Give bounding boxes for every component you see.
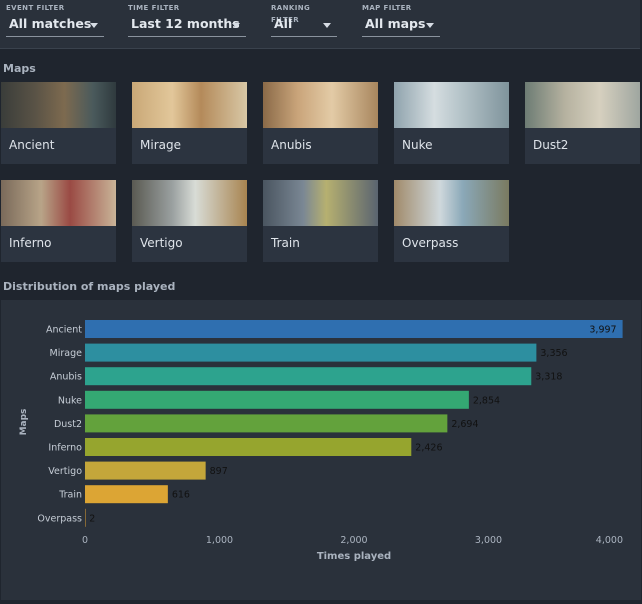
time-filter-label: TIME FILTER: [128, 4, 180, 12]
chevron-down-icon: [323, 23, 331, 28]
chevron-down-icon: [232, 23, 240, 28]
distribution-chart: Ancient Mirage Anubis Nuke Dust2 Inferno Verti…: [19, 320, 623, 562]
category-label: Overpass: [37, 513, 82, 524]
map-filter-select[interactable]: All maps: [362, 14, 440, 37]
map-card-ancient[interactable]: Ancient: [1, 82, 116, 164]
map-filter-label: MAP FILTER: [362, 4, 412, 12]
map-name: Train: [271, 236, 300, 250]
category-label: Ancient: [46, 325, 82, 336]
bar-overpass[interactable]: [85, 508, 86, 527]
category-label: Anubis: [50, 372, 82, 383]
value-label: 897: [210, 466, 228, 477]
value-label: 3,318: [535, 372, 562, 383]
distribution-section-title: Distribution of maps played: [3, 280, 176, 293]
map-thumbnail: [394, 82, 509, 128]
value-label: 2,694: [451, 419, 478, 430]
chart-category-labels: Ancient Mirage Anubis Nuke Dust2 Inferno Verti…: [37, 325, 82, 525]
y-axis-title: Maps: [19, 409, 29, 436]
map-name: Dust2: [533, 138, 569, 152]
ranking-filter-value: All: [274, 16, 293, 31]
bar-vertigo[interactable]: [85, 461, 206, 480]
time-filter-select[interactable]: Last 12 months: [128, 14, 246, 37]
distribution-chart-panel: Ancient Mirage Anubis Nuke Dust2 Inferno Verti…: [1, 300, 641, 600]
map-card-anubis[interactable]: Anubis: [263, 82, 378, 164]
map-thumbnail: [1, 82, 116, 128]
x-axis-title: Times played: [317, 551, 391, 562]
map-card-mirage[interactable]: Mirage: [132, 82, 247, 164]
value-label: 2,854: [473, 395, 500, 406]
map-filter-value: All maps: [365, 16, 426, 31]
map-name: Inferno: [9, 236, 52, 250]
bar-train[interactable]: [85, 485, 168, 504]
x-tick-label: 2,000: [340, 535, 367, 546]
value-label: 2,426: [415, 443, 442, 454]
map-filter[interactable]: MAP FILTER All maps: [362, 2, 440, 37]
bar-nuke[interactable]: [85, 390, 469, 409]
category-label: Inferno: [48, 443, 82, 454]
x-tick-label: 0: [82, 535, 88, 546]
map-card-nuke[interactable]: Nuke: [394, 82, 509, 164]
map-name: Nuke: [402, 138, 433, 152]
x-tick-label: 1,000: [206, 535, 233, 546]
map-thumbnail: [132, 180, 247, 226]
chart-x-ticks: 0 1,000 2,000 3,000 4,000: [82, 535, 623, 546]
value-label: 2: [89, 513, 95, 524]
maps-section-title: Maps: [3, 62, 36, 75]
value-label: 616: [172, 490, 190, 501]
event-filter-value: All matches: [9, 16, 92, 31]
map-thumbnail: [132, 82, 247, 128]
time-filter-value: Last 12 months: [131, 16, 240, 31]
map-name: Ancient: [9, 138, 55, 152]
chevron-down-icon: [426, 23, 434, 28]
map-card-train[interactable]: Train: [263, 180, 378, 262]
map-thumbnail: [394, 180, 509, 226]
ranking-filter-select[interactable]: All: [271, 14, 337, 37]
map-name: Anubis: [271, 138, 312, 152]
event-filter-label: EVENT FILTER: [6, 4, 65, 12]
bar-inferno[interactable]: [85, 438, 412, 456]
map-card-inferno[interactable]: Inferno: [1, 180, 116, 262]
map-card-dust2[interactable]: Dust2: [525, 82, 640, 164]
map-card-vertigo[interactable]: Vertigo: [132, 180, 247, 262]
bar-dust2[interactable]: [85, 414, 448, 433]
category-label: Vertigo: [48, 466, 82, 477]
category-label: Mirage: [50, 348, 83, 359]
map-name: Overpass: [402, 236, 459, 250]
time-filter[interactable]: TIME FILTER Last 12 months: [128, 2, 246, 37]
x-tick-label: 4,000: [596, 535, 623, 546]
value-label: 3,356: [540, 348, 567, 359]
x-tick-label: 3,000: [475, 535, 502, 546]
event-filter-select[interactable]: All matches: [6, 14, 104, 37]
category-label: Nuke: [58, 395, 82, 406]
bar-anubis[interactable]: [85, 367, 532, 386]
category-label: Dust2: [54, 419, 82, 430]
map-thumbnail: [1, 180, 116, 226]
category-label: Train: [58, 490, 82, 501]
ranking-filter[interactable]: RANKING FILTER All: [271, 2, 337, 37]
map-thumbnail: [263, 82, 378, 128]
event-filter[interactable]: EVENT FILTER All matches: [6, 2, 104, 37]
map-thumbnail: [263, 180, 378, 226]
map-card-overpass[interactable]: Overpass: [394, 180, 509, 262]
map-thumbnail: [525, 82, 640, 128]
filter-bar: EVENT FILTER All matches TIME FILTER Las…: [0, 0, 640, 49]
map-name: Mirage: [140, 138, 181, 152]
value-label: 3,997: [589, 325, 616, 336]
ranking-filter-label: RANKING FILTER: [271, 4, 311, 24]
chevron-down-icon: [90, 23, 98, 28]
bar-mirage[interactable]: [85, 343, 537, 362]
bar-ancient[interactable]: [85, 320, 623, 338]
map-name: Vertigo: [140, 236, 183, 250]
